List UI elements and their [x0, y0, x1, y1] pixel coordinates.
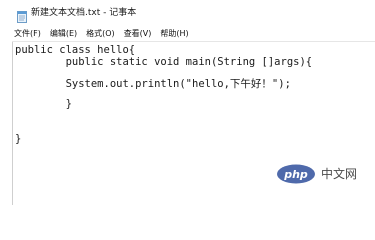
notepad-window: 新建文本文档.txt - 记事本 文件(F) 编辑(E) 格式(O) 查看(V)… — [0, 0, 375, 205]
code-line: } — [15, 98, 72, 110]
code-line: public static void main(String []args){ — [15, 56, 313, 68]
php-logo-icon: php — [276, 164, 316, 184]
window-title: 新建文本文档.txt - 记事本 — [31, 8, 137, 18]
notepad-icon — [17, 8, 27, 23]
title-bar: 新建文本文档.txt - 记事本 — [0, 0, 375, 26]
menu-bar: 文件(F) 编辑(E) 格式(O) 查看(V) 帮助(H) — [14, 27, 189, 41]
watermark-text: 中文网 — [321, 167, 358, 181]
php-watermark: php 中文网 — [276, 163, 357, 185]
code-line: System.out.println("hello,下午好！"); — [15, 78, 291, 90]
menu-file[interactable]: 文件(F) — [14, 27, 41, 41]
code-line: } — [15, 133, 22, 145]
menu-help[interactable]: 帮助(H) — [160, 27, 188, 41]
php-logo-text: php — [283, 168, 308, 181]
menu-format[interactable]: 格式(O) — [86, 27, 115, 41]
menu-edit[interactable]: 编辑(E) — [50, 27, 77, 41]
menu-view[interactable]: 查看(V) — [124, 27, 152, 41]
